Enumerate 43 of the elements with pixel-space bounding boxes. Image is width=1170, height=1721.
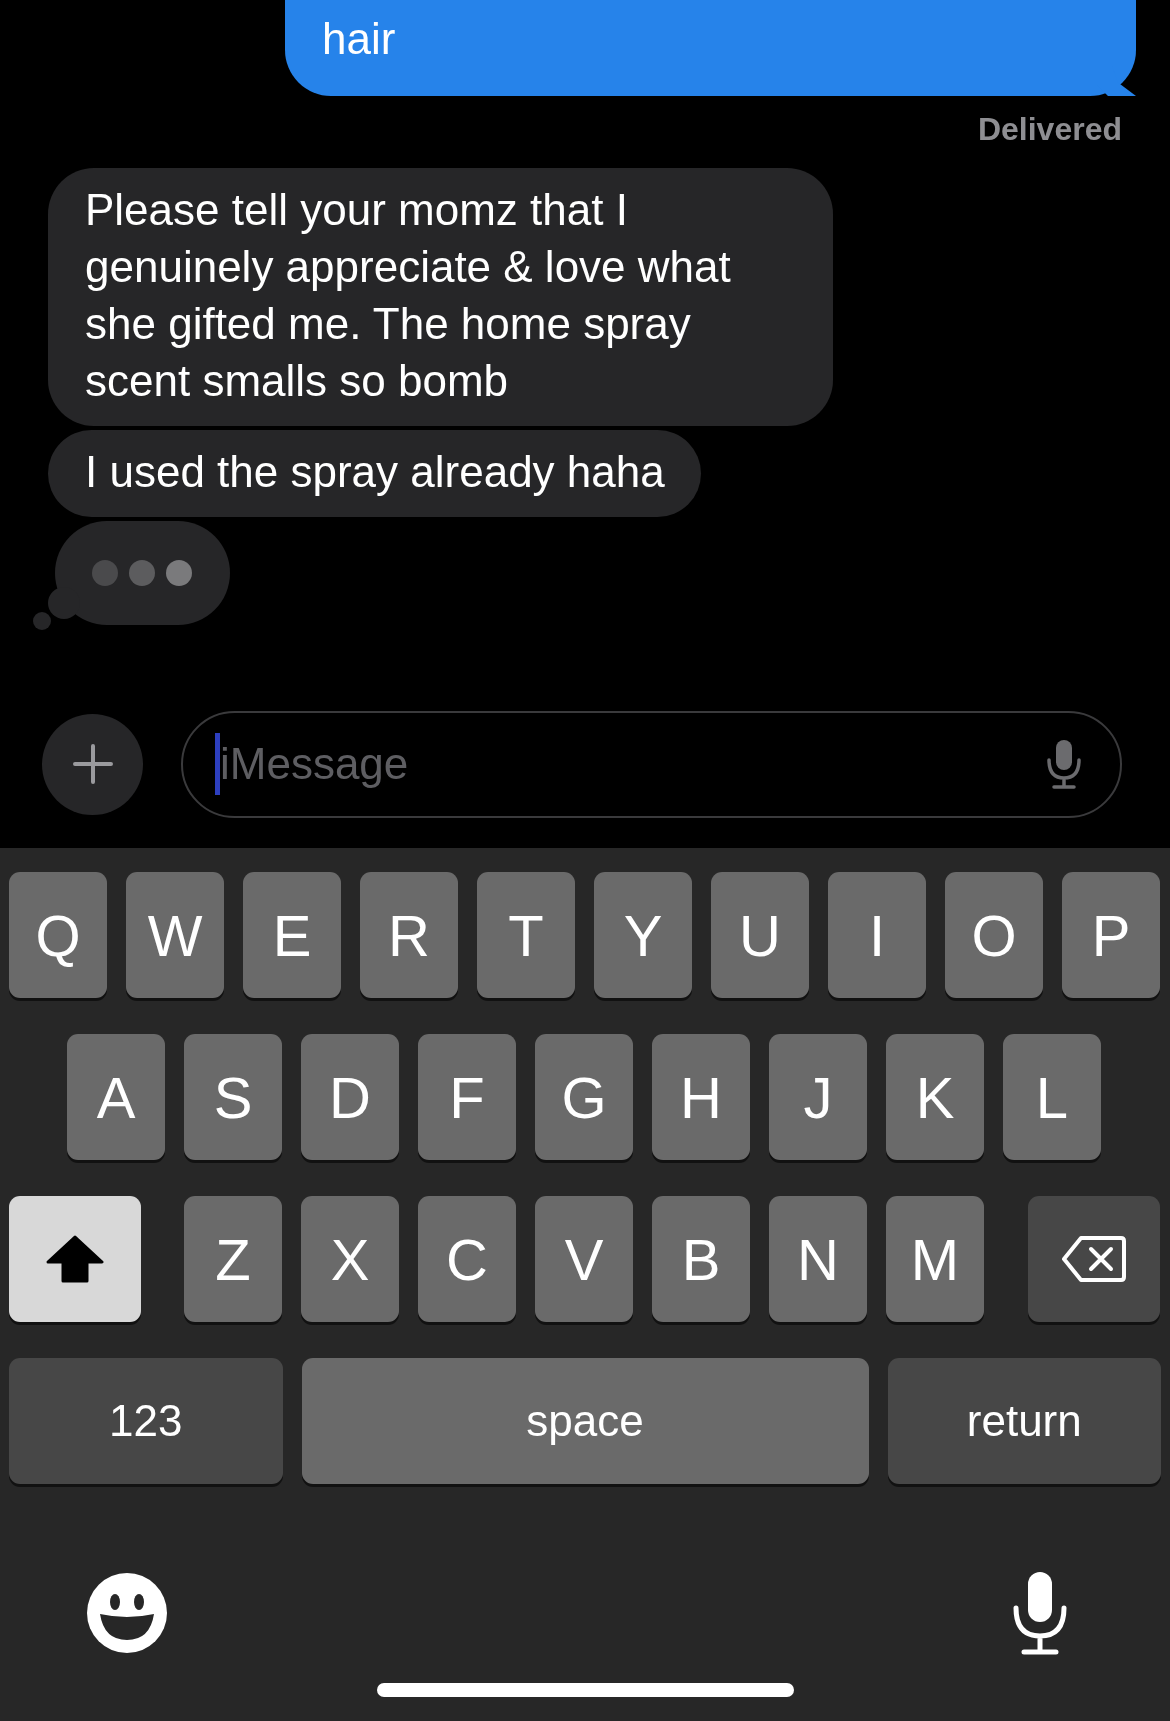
keyboard-key[interactable]: K [886,1034,984,1160]
keyboard-key[interactable]: H [652,1034,750,1160]
received-message: Please tell your momz that I genuinely appreciate & love what she gifted me. The home spray scent smalls so bomb [48,168,833,426]
keyboard-key[interactable]: G [535,1034,633,1160]
keyboard-key[interactable]: X [301,1196,399,1322]
keyboard-key[interactable]: Y [594,872,692,998]
keyboard-key[interactable]: T [477,872,575,998]
keyboard-key[interactable]: U [711,872,809,998]
shift-arrow-icon [45,1234,105,1284]
message-field[interactable]: iMessage [220,739,1044,789]
keyboard-key[interactable]: R [360,872,458,998]
shift-key[interactable] [9,1196,141,1322]
keyboard-key[interactable]: C [418,1196,516,1322]
keyboard-key[interactable]: Z [184,1196,282,1322]
delivery-status: Delivered [977,111,1122,148]
keyboard-key[interactable]: D [301,1034,399,1160]
keyboard-key[interactable]: A [67,1034,165,1160]
message-bar[interactable]: iMessage [181,710,1122,818]
plus-icon [72,744,113,784]
received-message: I used the spray already haha [48,430,701,517]
sent-message: hair [285,0,1136,96]
keyboard-key[interactable]: P [1062,872,1160,998]
keyboard-key[interactable]: L [1003,1034,1101,1160]
microphone-icon[interactable] [1044,738,1084,790]
keyboard-key[interactable]: W [126,872,224,998]
keyboard-key[interactable]: Q [9,872,107,998]
keyboard-key[interactable]: O [945,872,1043,998]
space-key[interactable]: space [301,1358,869,1484]
keyboard-key[interactable]: B [652,1196,750,1322]
keyboard-key[interactable]: E [243,872,341,998]
keyboard-key[interactable]: S [184,1034,282,1160]
numbers-key[interactable]: 123 [9,1358,283,1484]
keyboard-key[interactable]: J [769,1034,867,1160]
emoji-icon[interactable] [86,1572,168,1654]
typing-indicator-icon [30,521,230,631]
keyboard-key[interactable]: M [886,1196,984,1322]
delete-key[interactable] [1028,1196,1160,1322]
return-key[interactable]: return [887,1358,1161,1484]
keyboard-key[interactable]: I [828,872,926,998]
keyboard-key[interactable]: F [418,1034,516,1160]
keyboard-key[interactable]: V [535,1196,633,1322]
keyboard-key[interactable]: N [769,1196,867,1322]
delete-icon [1061,1235,1127,1283]
